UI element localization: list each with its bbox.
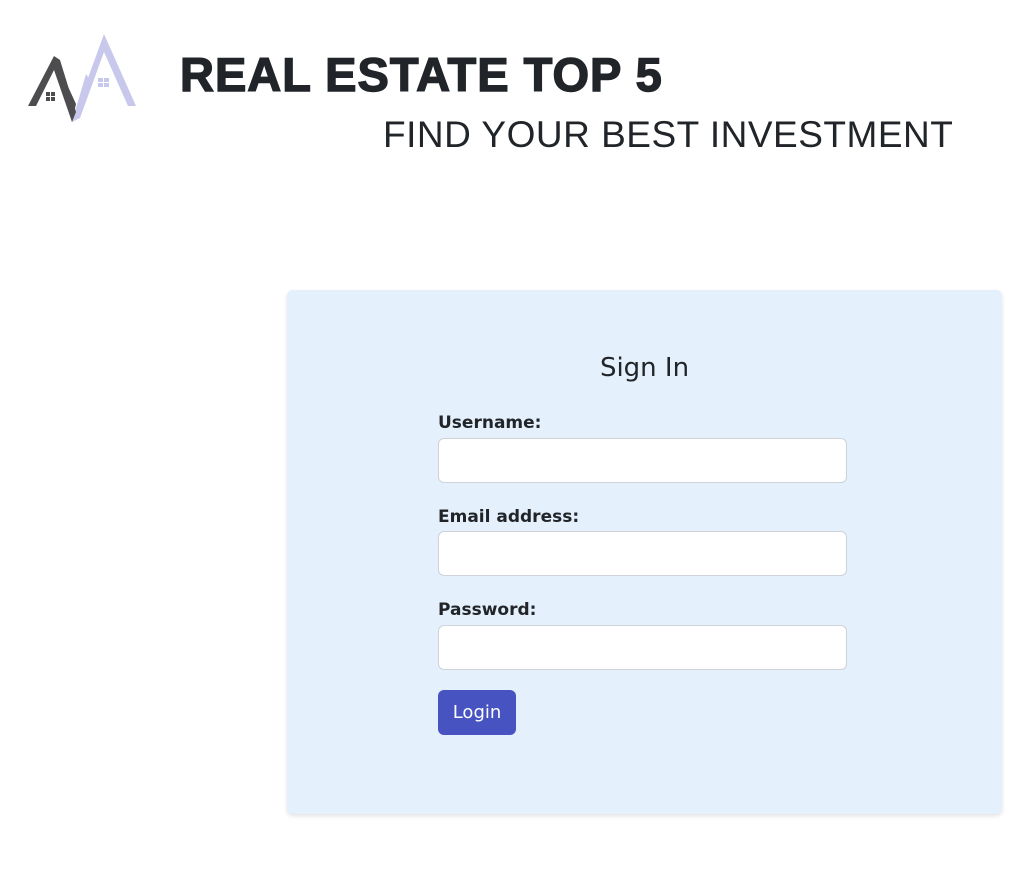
- password-label: Password:: [438, 600, 537, 620]
- site-tagline: FIND YOUR BEST INVESTMENT: [383, 114, 954, 155]
- logo: [26, 30, 138, 128]
- page: REAL ESTATE TOP 5 FIND YOUR BEST INVESTM…: [0, 0, 1024, 886]
- password-input[interactable]: [438, 625, 847, 670]
- username-input[interactable]: [438, 438, 847, 483]
- house-roof-logo-icon: [28, 34, 136, 122]
- email-label: Email address:: [438, 507, 580, 527]
- signin-title: Sign In: [599, 353, 690, 383]
- username-label: Username:: [438, 413, 542, 433]
- signin-card: Sign In Username: Email address: Passwor…: [287, 290, 1002, 814]
- login-button[interactable]: Login: [438, 690, 516, 735]
- site-title: REAL ESTATE TOP 5: [179, 47, 663, 101]
- email-input[interactable]: [438, 531, 847, 576]
